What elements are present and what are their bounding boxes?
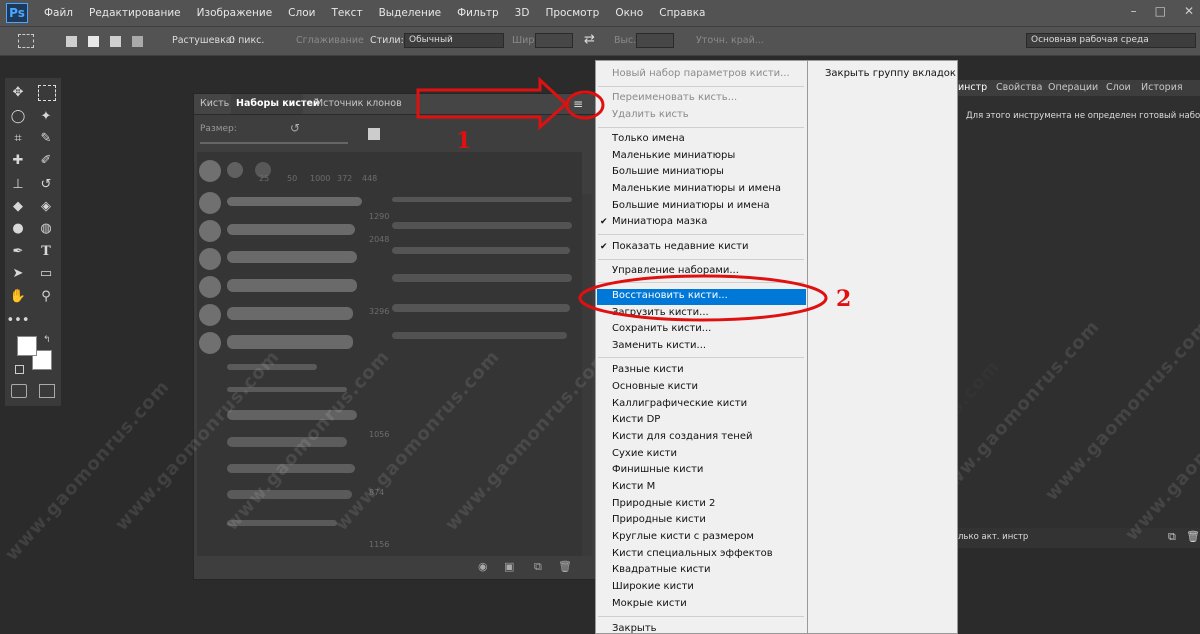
annotation-number-2: 2	[836, 286, 852, 312]
annotation-layer	[416, 76, 828, 322]
annotation-circle-menu-button	[565, 90, 605, 120]
annotation-circle-reset	[578, 274, 828, 322]
annotation-arrow	[416, 76, 569, 131]
annotation-number-1: 1	[456, 128, 472, 154]
